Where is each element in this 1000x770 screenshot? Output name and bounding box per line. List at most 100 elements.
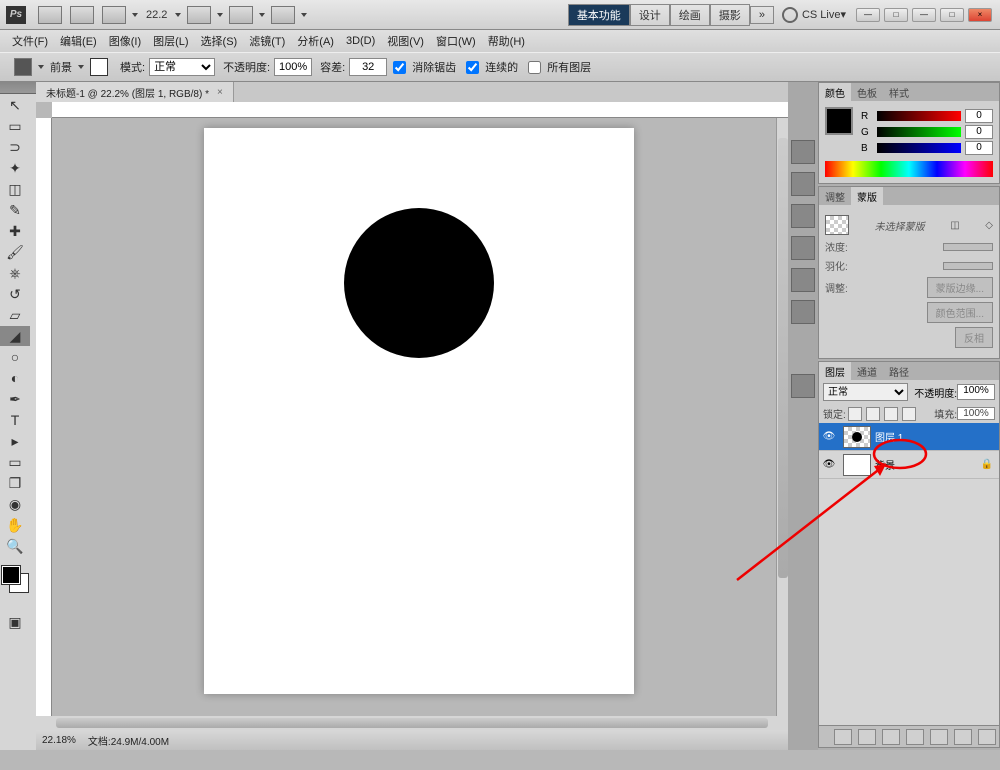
layer-thumb[interactable] [843, 454, 871, 476]
menu-analysis[interactable]: 分析(A) [291, 33, 340, 49]
g-value[interactable]: 0 [965, 125, 993, 139]
menu-3d[interactable]: 3D(D) [340, 35, 381, 47]
cslive-button[interactable]: CS Live ▾ [782, 7, 846, 23]
workspace-design[interactable]: 设计 [630, 4, 670, 26]
opacity-input[interactable] [274, 58, 312, 76]
minibridge-icon[interactable] [70, 6, 94, 24]
brush-tool[interactable]: 🖌 [0, 242, 30, 262]
scrollbar-vertical[interactable] [776, 118, 788, 716]
color-spectrum[interactable] [825, 161, 993, 177]
move-tool[interactable]: ↖ [0, 95, 30, 115]
visibility-icon[interactable]: 👁 [819, 431, 839, 442]
status-docinfo[interactable]: 文档:24.9M/4.00M [88, 733, 169, 748]
alllayers-checkbox[interactable] [528, 61, 541, 74]
density-slider[interactable] [943, 243, 993, 251]
foreground-swatch[interactable] [2, 566, 20, 584]
feather-slider[interactable] [943, 262, 993, 270]
menu-file[interactable]: 文件(F) [6, 33, 54, 49]
hand-tool[interactable]: ✋ [0, 515, 30, 535]
opacity-value[interactable]: 100% [957, 384, 995, 400]
document-tab[interactable]: 未标题-1 @ 22.2% (图层 1, RGB/8) * × [36, 82, 234, 102]
tab-paths[interactable]: 路径 [883, 362, 915, 380]
layer-row[interactable]: 👁 背景 🔒 [819, 451, 999, 479]
screenmode-icon[interactable] [271, 6, 295, 24]
refine-edge-button[interactable]: 蒙版边缘... [927, 277, 993, 298]
pen-tool[interactable]: ✒ [0, 389, 30, 409]
tab-layers[interactable]: 图层 [819, 362, 851, 380]
clone-icon[interactable] [791, 204, 815, 228]
stamp-tool[interactable]: ⎈ [0, 263, 30, 283]
tab-color[interactable]: 颜色 [819, 83, 851, 101]
b-slider[interactable] [877, 143, 961, 153]
tab-channels[interactable]: 通道 [851, 362, 883, 380]
menu-view[interactable]: 视图(V) [381, 33, 430, 49]
extras-icon[interactable] [102, 6, 126, 24]
window-min-icon[interactable]: — [912, 8, 936, 22]
lock-pixels-icon[interactable] [866, 407, 880, 421]
visibility-icon[interactable]: 👁 [819, 459, 839, 470]
dropdown-icon[interactable] [173, 11, 183, 19]
dropdown-icon[interactable] [76, 63, 86, 71]
antialias-checkbox[interactable] [393, 61, 406, 74]
invert-button[interactable]: 反相 [955, 327, 993, 348]
history-brush-tool[interactable]: ↺ [0, 284, 30, 304]
layer-name[interactable]: 图层 1 [875, 429, 903, 444]
tolerance-input[interactable] [349, 58, 387, 76]
bucket-icon[interactable] [14, 58, 32, 76]
menu-help[interactable]: 帮助(H) [482, 33, 531, 49]
workspace-more[interactable]: » [750, 6, 774, 24]
fg-swatch[interactable] [825, 107, 853, 135]
zoom-level[interactable]: 22.2 [146, 9, 167, 21]
menu-filter[interactable]: 滤镜(T) [243, 33, 291, 49]
healing-tool[interactable]: ✚ [0, 221, 30, 241]
history-icon[interactable] [791, 140, 815, 164]
window-max-icon[interactable]: □ [940, 8, 964, 22]
b-value[interactable]: 0 [965, 141, 993, 155]
dropdown-icon[interactable] [215, 11, 225, 19]
menu-edit[interactable]: 编辑(E) [54, 33, 103, 49]
dodge-tool[interactable]: ◐ [0, 368, 30, 388]
window-close-icon[interactable]: × [968, 8, 992, 22]
dropdown-icon[interactable] [257, 11, 267, 19]
lock-transparent-icon[interactable] [848, 407, 862, 421]
pattern-swatch[interactable] [90, 58, 108, 76]
workspace-painting[interactable]: 绘画 [670, 4, 710, 26]
new-layer-icon[interactable] [954, 729, 972, 745]
arrange-icon[interactable] [229, 6, 253, 24]
menu-window[interactable]: 窗口(W) [430, 33, 482, 49]
hand-icon[interactable] [187, 6, 211, 24]
g-slider[interactable] [877, 127, 961, 137]
dropdown-icon[interactable] [130, 11, 140, 19]
brush-icon[interactable] [791, 236, 815, 260]
tab-swatches[interactable]: 色板 [851, 83, 883, 101]
mask-icon[interactable] [882, 729, 900, 745]
contiguous-checkbox[interactable] [466, 61, 479, 74]
menu-layer[interactable]: 图层(L) [147, 33, 194, 49]
workspace-photography[interactable]: 摄影 [710, 4, 750, 26]
lasso-tool[interactable]: ⊃ [0, 137, 30, 157]
fx-icon[interactable] [858, 729, 876, 745]
blend-mode-select[interactable]: 正常 [823, 383, 908, 401]
vector-mask-icon[interactable]: ◇ [985, 220, 993, 231]
layer-name[interactable]: 背景 [875, 457, 895, 472]
color-range-button[interactable]: 颜色范围... [927, 302, 993, 323]
wand-tool[interactable]: ✦ [0, 158, 30, 178]
zoom-tool[interactable]: 🔍 [0, 536, 30, 556]
r-value[interactable]: 0 [965, 109, 993, 123]
eyedropper-tool[interactable]: ✎ [0, 200, 30, 220]
tool-preset-icon[interactable] [791, 268, 815, 292]
swatches-icon[interactable] [791, 300, 815, 324]
scrollbar-horizontal[interactable] [36, 716, 788, 730]
layer-thumb[interactable] [843, 426, 871, 448]
text-icon[interactable] [791, 374, 815, 398]
canvas-viewport[interactable] [52, 118, 776, 716]
trash-icon[interactable] [978, 729, 996, 745]
dropdown-icon[interactable] [36, 63, 46, 71]
type-tool[interactable]: T [0, 410, 30, 430]
dropdown-icon[interactable] [299, 11, 309, 19]
color-swatches[interactable] [0, 566, 30, 596]
r-slider[interactable] [877, 111, 961, 121]
3d-tool[interactable]: ❐ [0, 473, 30, 493]
fill-value[interactable]: 100% [957, 407, 995, 420]
path-tool[interactable]: ▸ [0, 431, 30, 451]
